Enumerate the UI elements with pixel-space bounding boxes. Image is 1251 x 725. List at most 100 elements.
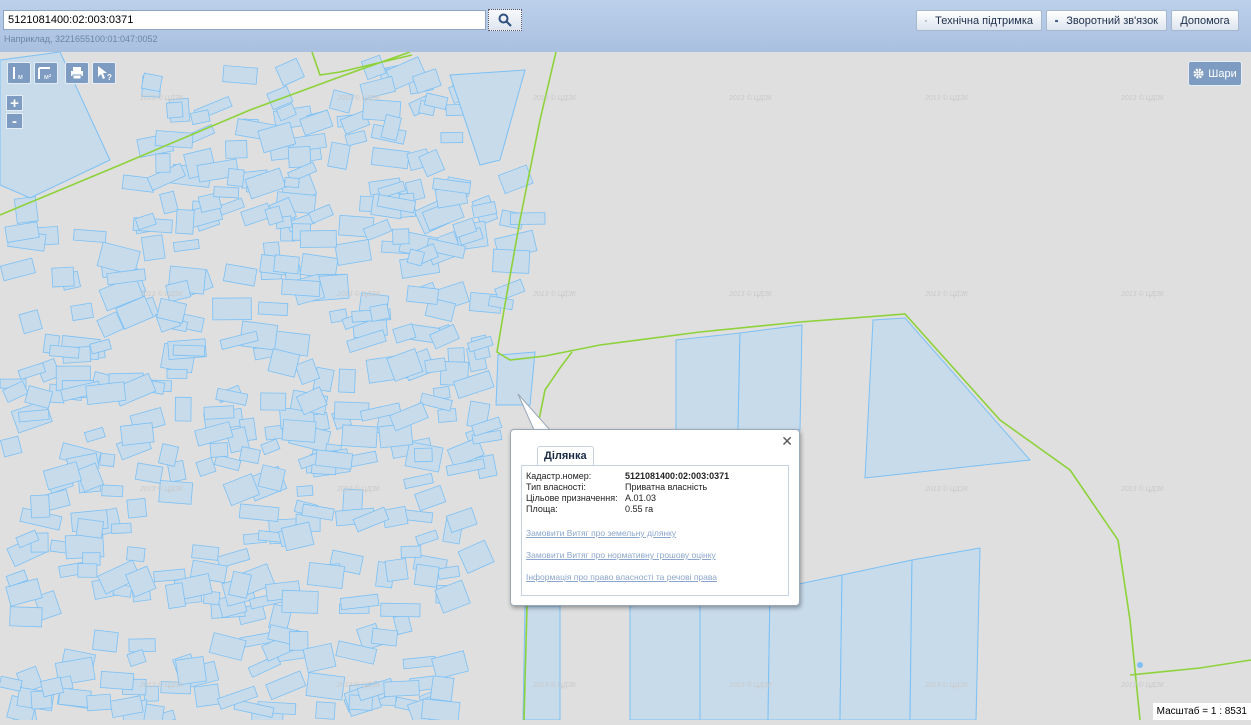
- land-parcel[interactable]: [51, 266, 75, 288]
- land-parcel[interactable]: [383, 680, 420, 698]
- land-parcel[interactable]: [369, 303, 391, 322]
- land-parcel[interactable]: [420, 698, 461, 723]
- map-watermark: 2013 © ЦДЗК: [336, 94, 381, 102]
- land-parcel[interactable]: [164, 582, 187, 610]
- land-parcel[interactable]: [9, 606, 43, 628]
- print-tool[interactable]: [65, 62, 89, 84]
- land-parcel[interactable]: [384, 558, 409, 583]
- land-parcel[interactable]: [406, 285, 440, 305]
- land-parcel[interactable]: [154, 130, 194, 149]
- land-parcel[interactable]: [142, 703, 165, 725]
- identify-tool[interactable]: ?: [92, 62, 116, 84]
- land-parcel[interactable]: [166, 368, 188, 379]
- land-parcel[interactable]: [110, 522, 132, 535]
- close-icon[interactable]: ✕: [781, 434, 793, 448]
- land-parcel[interactable]: [175, 208, 195, 235]
- feedback-button[interactable]: Зворотний зв'язок: [1046, 10, 1167, 31]
- land-parcel[interactable]: [203, 405, 235, 420]
- land-parcel[interactable]: [165, 101, 184, 119]
- land-parcel[interactable]: [413, 563, 440, 588]
- land-parcel[interactable]: [174, 396, 192, 422]
- cadastral-search-input[interactable]: [3, 10, 486, 30]
- svg-text:м²: м²: [44, 74, 52, 81]
- land-parcel[interactable]: [370, 627, 399, 647]
- land-parcel[interactable]: [193, 683, 221, 708]
- land-parcel[interactable]: [18, 409, 50, 423]
- land-parcel[interactable]: [191, 544, 220, 561]
- map-watermark: 2013 © ЦДЗК: [924, 290, 969, 298]
- land-parcel[interactable]: [413, 447, 433, 463]
- land-parcel[interactable]: [212, 297, 252, 321]
- land-parcel[interactable]: [327, 141, 351, 170]
- land-parcel[interactable]: [175, 655, 207, 686]
- row-label: Тип власності:: [526, 482, 586, 492]
- map-watermark: 2013 © ЦДЗК: [532, 290, 577, 298]
- land-parcel[interactable]: [222, 65, 258, 85]
- land-parcel[interactable]: [283, 176, 300, 189]
- pin-markers: [1137, 662, 1143, 668]
- land-parcel[interactable]: [315, 701, 336, 720]
- land-parcel[interactable]: [226, 167, 245, 188]
- land-parcel[interactable]: [172, 344, 206, 357]
- measure-area-tool[interactable]: м²: [34, 62, 58, 84]
- land-parcel[interactable]: [440, 132, 464, 144]
- land-parcel[interactable]: [209, 441, 229, 458]
- land-parcel[interactable]: [392, 228, 410, 245]
- land-parcel[interactable]: [30, 494, 51, 519]
- land-parcel[interactable]: [288, 631, 309, 651]
- land-parcel[interactable]: [281, 278, 321, 298]
- land-parcel[interactable]: [101, 484, 124, 498]
- land-parcel[interactable]: [99, 452, 116, 468]
- search-example-hint: Наприклад, 3221655100:01:047:0052: [4, 34, 158, 44]
- land-parcel[interactable]: [119, 422, 155, 446]
- land-parcel[interactable]: [257, 301, 289, 317]
- land-parcel[interactable]: [338, 368, 356, 393]
- land-parcel[interactable]: [424, 357, 447, 374]
- land-parcel[interactable]: [126, 497, 148, 519]
- land-parcel[interactable]: [77, 563, 98, 578]
- land-parcel[interactable]: [306, 561, 345, 590]
- land-parcel[interactable]: [260, 392, 287, 411]
- land-parcel[interactable]: [92, 629, 119, 653]
- land-parcel[interactable]: [213, 186, 240, 199]
- search-button[interactable]: [488, 9, 522, 31]
- map-watermark: 2013 © ЦДЗК: [1120, 290, 1165, 298]
- land-parcel[interactable]: [126, 546, 146, 563]
- land-parcel[interactable]: [281, 589, 319, 614]
- land-parcel[interactable]: [99, 670, 135, 691]
- technical-support-button[interactable]: Технічна підтримка: [916, 10, 1042, 31]
- scale-indicator: Масштаб = 1 : 8531: [1152, 703, 1251, 720]
- ownership-rights-info-link[interactable]: Інформація про право власності та речові…: [526, 572, 717, 582]
- land-parcel[interactable]: [86, 693, 112, 712]
- land-parcel[interactable]: [273, 254, 300, 275]
- land-parcel[interactable]: [73, 228, 107, 244]
- land-parcel[interactable]: [224, 139, 248, 159]
- zoom-out-button[interactable]: -: [6, 113, 23, 129]
- land-parcel[interactable]: [429, 675, 455, 702]
- land-parcel[interactable]: [155, 153, 171, 173]
- land-parcel[interactable]: [296, 485, 314, 497]
- measure-length-tool[interactable]: м: [7, 62, 31, 84]
- order-parcel-extract-link[interactable]: Замовити Витяг про земельну ділянку: [526, 528, 676, 538]
- help-button[interactable]: Допомога: [1171, 10, 1239, 31]
- land-parcel[interactable]: [75, 517, 105, 539]
- land-parcel[interactable]: [140, 234, 166, 262]
- land-parcel[interactable]: [70, 302, 94, 322]
- zoom-in-button[interactable]: +: [6, 95, 23, 111]
- land-parcel[interactable]: [341, 424, 378, 449]
- land-parcel[interactable]: [85, 381, 127, 406]
- row-label: Площа:: [526, 504, 558, 514]
- layers-button[interactable]: Шари: [1188, 61, 1242, 86]
- land-parcel[interactable]: [281, 419, 317, 443]
- cadastral-map[interactable]: 2013 © ЦДЗК 2013 © ЦДЗК 2013 © ЦДЗК 2013 © …: [0, 51, 1251, 725]
- tab-parcel[interactable]: Ділянка: [537, 446, 594, 466]
- land-parcel[interactable]: [299, 230, 337, 249]
- land-parcel[interactable]: [257, 464, 286, 492]
- map-canvas[interactable]: 2013 © ЦДЗК 2013 © ЦДЗК 2013 © ЦДЗК 2013 © …: [0, 51, 1251, 725]
- order-valuation-extract-link[interactable]: Замовити Витяг про нормативну грошову оц…: [526, 550, 716, 560]
- land-parcel[interactable]: [400, 545, 422, 559]
- land-parcel[interactable]: [48, 344, 80, 359]
- land-parcel[interactable]: [509, 212, 546, 226]
- land-parcel[interactable]: [380, 602, 421, 618]
- land-parcel[interactable]: [140, 72, 163, 93]
